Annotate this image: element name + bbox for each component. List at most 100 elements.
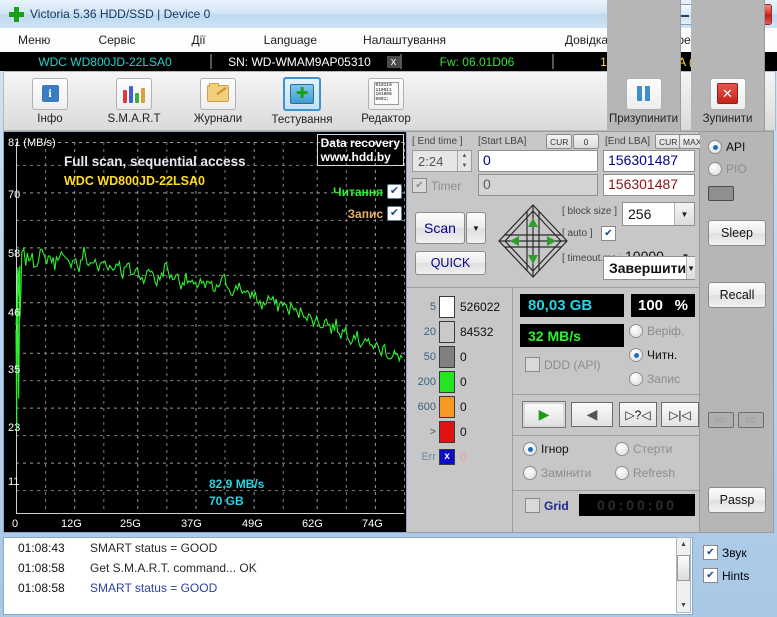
info-icon: i <box>41 85 59 102</box>
action-ignore-radio[interactable]: Ігнор <box>523 442 569 456</box>
radio-dot <box>629 324 643 338</box>
menu-item-settings[interactable]: Налаштування <box>355 30 454 50</box>
sound-checkbox-box: ✔ <box>703 545 718 560</box>
testing-icon: ✚ <box>290 83 314 104</box>
log-panel[interactable]: 01:08:43 SMART status = GOOD 01:08:58 Ge… <box>3 537 693 615</box>
legend-threshold: 5 <box>429 300 436 313</box>
menu-item-language[interactable]: Language <box>256 30 325 50</box>
rd-button[interactable]: RD <box>738 412 764 428</box>
graph-subtitle: WDC WD800JD-22LSA0 <box>64 174 206 188</box>
action-replace-label: Замінити <box>541 466 592 480</box>
timer-label: Timer <box>431 178 462 193</box>
wr-button[interactable]: WR <box>708 412 734 428</box>
scroll-down-icon[interactable]: ▼ <box>680 599 687 612</box>
play-forward-button[interactable]: ▶ <box>522 401 566 428</box>
block-size-value: 256 <box>628 206 652 222</box>
finish-action-select[interactable]: Завершити ▼ <box>603 256 695 280</box>
jump-query-button[interactable]: ▷?◁ <box>619 402 657 427</box>
sound-label: Звук <box>722 545 747 560</box>
block-size-label: [ block size ] <box>562 206 618 217</box>
divider <box>513 490 699 491</box>
block-size-select[interactable]: 256 ▼ <box>622 202 695 226</box>
ddd-api-checkbox-box <box>525 357 540 372</box>
capacity-lcd: 80,03 GB <box>520 294 624 317</box>
legend-swatch <box>439 320 455 343</box>
play-backward-button[interactable]: ◀ <box>571 402 613 427</box>
jump-end-button[interactable]: ▷|◁ <box>661 402 699 427</box>
divider <box>513 394 699 395</box>
scrollbar-thumb[interactable] <box>677 555 690 581</box>
divider <box>512 288 513 532</box>
mode-verify-radio[interactable]: Веріф. <box>629 324 684 338</box>
start-lba-zero-button[interactable]: 0 <box>573 134 599 149</box>
action-refresh-radio[interactable]: Refresh <box>615 466 675 480</box>
end-time-spinner[interactable]: 2:24 ▲ ▼ <box>412 150 472 172</box>
mode-read-radio[interactable]: Читн. <box>629 348 677 362</box>
legend-read-checkbox[interactable]: ✔ <box>387 184 402 199</box>
passp-button[interactable]: Passp <box>708 487 766 513</box>
action-replace-radio[interactable]: Замінити <box>523 466 591 480</box>
start-lba-second-input[interactable]: 0 <box>478 174 598 196</box>
action-erase-radio[interactable]: Стерти <box>615 442 672 456</box>
hints-checkbox[interactable]: ✔ Hints <box>703 568 774 583</box>
chevron-down-icon[interactable]: ▼ <box>686 257 695 279</box>
graph-xtick-0: 0 <box>12 518 19 530</box>
chevron-down-icon[interactable]: ▼ <box>674 203 694 225</box>
toolbar-label-info: Інфо <box>37 112 63 125</box>
editor-icon: 010110 110011 101000 0001; <box>373 82 399 105</box>
watermark-badge: Data recovery www.hdd.by <box>316 134 404 166</box>
legend-threshold: 50 <box>423 350 436 363</box>
radio-dot <box>615 442 629 456</box>
scan-dropdown-button[interactable]: ▼ <box>466 212 486 244</box>
legend-threshold: 200 <box>417 375 436 388</box>
toolbar-button-smart[interactable]: S.M.A.R.T <box>96 77 172 125</box>
ddd-api-checkbox[interactable]: DDD (API) <box>525 357 601 372</box>
toolbar-button-logs[interactable]: Журнали <box>180 77 256 125</box>
toolbar-button-testing[interactable]: ✚ Тестування <box>264 76 340 126</box>
sound-checkbox[interactable]: ✔ Звук <box>703 545 774 560</box>
drive-serial: SN: WD-WMAM9AP05310 <box>228 54 371 69</box>
direction-pad[interactable] <box>495 202 571 280</box>
end-lba-cur-button[interactable]: CUR <box>655 134 682 149</box>
recall-button[interactable]: Recall <box>708 282 766 308</box>
menu-item-menu[interactable]: Меню <box>10 30 58 50</box>
legend-threshold: 600 <box>417 400 436 413</box>
api-mode-radio[interactable]: API <box>708 140 745 154</box>
end-lba-second-input[interactable]: 156301487 <box>603 174 695 196</box>
sleep-button[interactable]: Sleep <box>708 220 766 246</box>
mode-verify-label: Веріф. <box>647 324 685 338</box>
grid-checkbox[interactable]: Grid <box>525 498 569 513</box>
scroll-up-icon[interactable]: ▲ <box>680 538 687 551</box>
menu-item-service[interactable]: Сервіс <box>90 30 143 50</box>
toolbar-label-smart: S.M.A.R.T <box>107 112 161 125</box>
editor-button-box: 010110 110011 101000 0001; <box>368 77 404 110</box>
start-lba-input[interactable]: 0 <box>478 150 598 172</box>
quick-button[interactable]: QUICK <box>415 251 486 275</box>
legend-read-toggle[interactable]: Читання ✔ <box>333 184 402 199</box>
legend-item: 200 0 <box>409 369 510 394</box>
legend-write-toggle[interactable]: Запис ✔ <box>348 206 402 221</box>
grid-label: Grid <box>544 498 569 513</box>
auto-checkbox[interactable]: ✔ <box>601 226 616 241</box>
mode-write-radio[interactable]: Запис <box>629 372 680 386</box>
scan-graph[interactable]: 81 (MB/s) 70 58 46 35 23 11 0 12G 25G 37… <box>3 131 407 533</box>
end-lba-input[interactable]: 156301487 <box>603 150 695 172</box>
drive-close-icon[interactable]: x <box>387 55 400 68</box>
graph-xtick-5: 62G <box>302 518 323 530</box>
toolbar-label-logs: Журнали <box>193 112 243 125</box>
legend-swatch <box>439 295 455 318</box>
divider <box>513 435 699 436</box>
pio-mode-radio[interactable]: PIO <box>708 162 747 176</box>
timer-checkbox[interactable]: ✔ Timer <box>412 178 461 193</box>
legend-threshold: Err <box>421 450 436 463</box>
scan-button[interactable]: Scan <box>415 212 465 244</box>
menu-item-actions[interactable]: Дії <box>184 30 214 50</box>
toolbar-label-editor: Редактор <box>361 112 411 125</box>
toolbar-button-info[interactable]: i Інфо <box>12 77 88 125</box>
legend-write-checkbox[interactable]: ✔ <box>387 206 402 221</box>
start-lba-cur-button[interactable]: CUR <box>546 134 573 149</box>
toolbar-button-editor[interactable]: 010110 110011 101000 0001; Редактор <box>348 77 424 125</box>
end-time-spin-arrows[interactable]: ▲ ▼ <box>457 151 471 171</box>
log-scrollbar[interactable]: ▲ ▼ <box>676 537 691 613</box>
graph-ytick-1: 70 <box>8 189 21 201</box>
